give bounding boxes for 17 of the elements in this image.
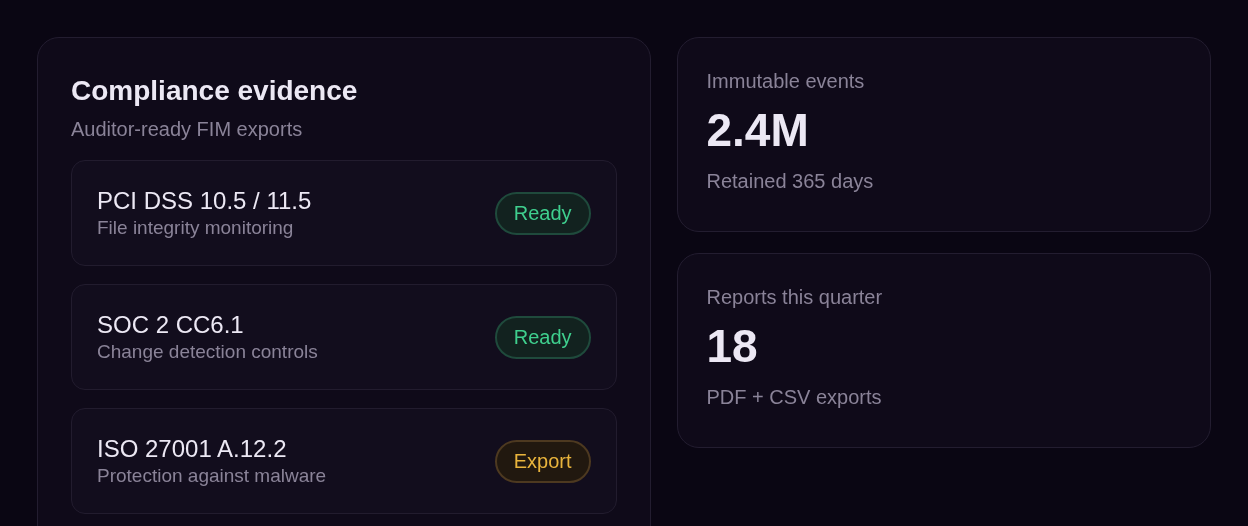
panel-subtitle: Auditor-ready FIM exports bbox=[71, 117, 304, 142]
evidence-name: ISO 27001 A.12.2 bbox=[97, 434, 288, 464]
stat-label: Reports this quarter bbox=[706, 285, 884, 310]
status-badge: Export bbox=[494, 439, 591, 483]
stat-note: Retained 365 days bbox=[706, 169, 875, 194]
stat-value: 2.4M bbox=[706, 103, 810, 158]
evidence-description: File integrity monitoring bbox=[97, 216, 295, 240]
evidence-description: Protection against malware bbox=[97, 464, 327, 488]
status-badge: Ready bbox=[494, 315, 591, 359]
stat-value: 18 bbox=[706, 319, 759, 374]
stat-label: Immutable events bbox=[706, 69, 866, 94]
evidence-name: SOC 2 CC6.1 bbox=[97, 310, 245, 340]
panel-title: Compliance evidence bbox=[71, 74, 359, 108]
evidence-name: PCI DSS 10.5 / 11.5 bbox=[97, 186, 312, 216]
status-badge: Ready bbox=[494, 191, 591, 235]
evidence-description: Change detection controls bbox=[97, 340, 318, 364]
stat-note: PDF + CSV exports bbox=[706, 385, 883, 410]
